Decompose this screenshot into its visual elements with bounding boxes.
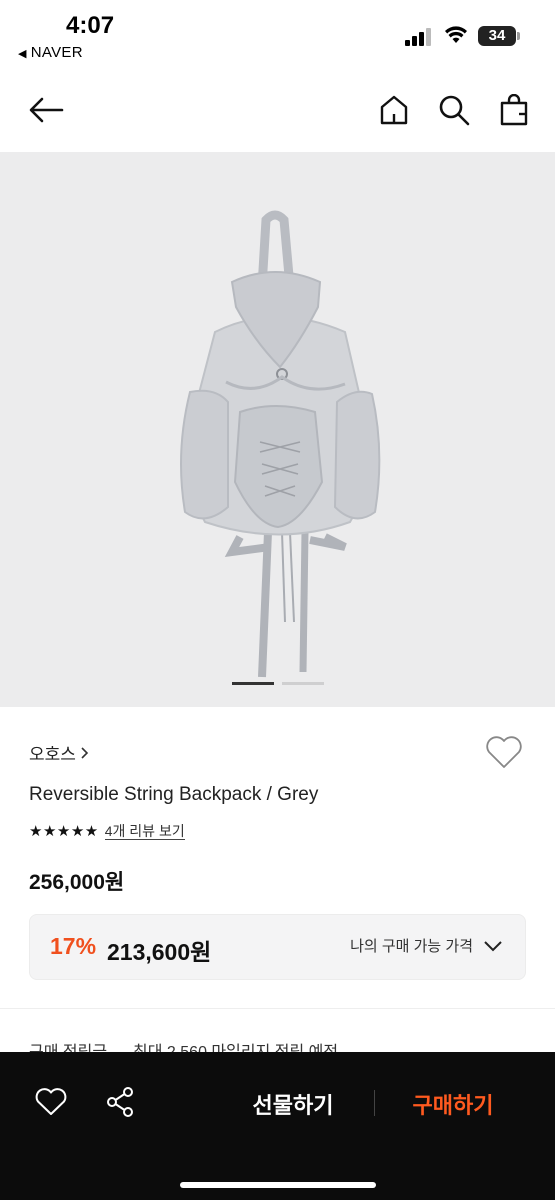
back-triangle-icon: ◀ <box>18 48 27 60</box>
back-to-app-link[interactable]: ◀ NAVER <box>18 44 83 61</box>
back-arrow-icon[interactable] <box>24 88 68 132</box>
section-divider <box>0 1008 555 1009</box>
status-bar: 4:07 ◀ NAVER 34 <box>0 0 555 70</box>
wishlist-heart-icon[interactable] <box>484 734 528 774</box>
home-indicator <box>180 1182 376 1188</box>
discount-rate: 17% <box>50 933 97 959</box>
cellular-signal-icon <box>405 28 433 46</box>
chevron-down-icon <box>484 940 502 951</box>
original-price: 256,000원 <box>29 871 125 894</box>
my-price-label: 나의 구매 가능 가격 <box>350 938 473 955</box>
gallery-pagination <box>0 682 555 685</box>
rating-stars-icon: ★★★★★ <box>29 823 99 840</box>
button-separator <box>374 1090 375 1116</box>
top-navigation <box>0 78 555 142</box>
my-price-box[interactable]: 17% 213,600원 나의 구매 가능 가격 <box>29 914 526 980</box>
share-icon[interactable] <box>100 1082 140 1122</box>
my-price-toggle[interactable]: 나의 구매 가능 가격 <box>350 935 503 956</box>
buy-button[interactable]: 구매하기 <box>388 1088 518 1120</box>
shopping-bag-icon[interactable] <box>492 88 536 132</box>
sale-price: 213,600원 <box>107 939 212 965</box>
gallery-dot[interactable] <box>281 682 324 685</box>
gift-button[interactable]: 선물하기 <box>228 1088 358 1120</box>
gallery-dot-active[interactable] <box>231 682 274 685</box>
product-image-gallery[interactable] <box>0 152 555 707</box>
backpack-image <box>180 210 381 678</box>
search-icon[interactable] <box>432 88 476 132</box>
home-icon[interactable] <box>372 88 416 132</box>
status-time: 4:07 <box>66 12 115 39</box>
rating-row: ★★★★★ 4개 리뷰 보기 <box>29 822 185 840</box>
back-app-label: NAVER <box>30 44 83 61</box>
battery-indicator: 34 <box>478 26 520 46</box>
chevron-right-icon <box>81 746 89 759</box>
review-link[interactable]: 4개 리뷰 보기 <box>104 823 185 840</box>
wifi-icon <box>444 25 468 45</box>
brand-name: 오호스 <box>29 745 76 764</box>
bottom-action-bar: 선물하기 구매하기 <box>0 1052 555 1200</box>
brand-link[interactable]: 오호스 <box>29 740 90 765</box>
product-title: Reversible String Backpack / Grey <box>29 784 319 805</box>
heart-icon[interactable] <box>31 1082 71 1122</box>
